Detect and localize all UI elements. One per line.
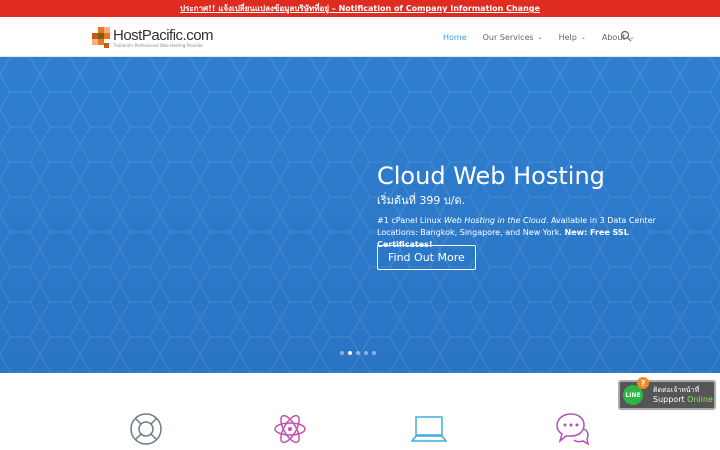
- hero-desc-emphasis: Web Hosting in the Cloud: [443, 216, 546, 225]
- slider-dot[interactable]: [340, 351, 344, 355]
- nav-item-label: Home: [443, 32, 467, 42]
- hero-slider: Cloud Web Hosting เริ่มต้นที่ 399 บ/ด. #…: [0, 57, 720, 373]
- hero-desc-text: #1 cPanel Linux: [377, 216, 444, 225]
- line-widget-thai-text: ติดต่อเจ้าหน้าที่: [653, 386, 700, 394]
- slider-dots: [340, 351, 376, 355]
- question-mark-icon: ?: [637, 377, 649, 389]
- find-out-more-button[interactable]: Find Out More: [377, 245, 476, 270]
- slider-dot[interactable]: [372, 351, 376, 355]
- site-logo[interactable]: HostPacific.com Thailand's Professional …: [92, 26, 214, 49]
- chevron-down-icon: ⌄: [537, 33, 543, 41]
- nav-item-our-services[interactable]: Our Services ⌄: [483, 33, 543, 42]
- slider-dot-active[interactable]: [348, 351, 352, 355]
- line-logo-icon: LINE ?: [623, 377, 649, 405]
- search-icon[interactable]: [620, 30, 632, 42]
- site-header: HostPacific.com Thailand's Professional …: [0, 17, 720, 57]
- nav-item-home[interactable]: Home: [443, 33, 467, 42]
- slider-dot[interactable]: [364, 351, 368, 355]
- hero-title: Cloud Web Hosting: [377, 162, 605, 190]
- features-section: [0, 373, 720, 450]
- lifebuoy-icon: [130, 413, 162, 445]
- laptop-icon: [411, 416, 447, 442]
- logo-mark-icon: [92, 27, 110, 49]
- online-label: Online: [687, 395, 713, 404]
- line-widget-status: Support Online: [653, 395, 713, 404]
- line-support-widget[interactable]: LINE ? ติดต่อเจ้าหน้าที่ Support Online: [618, 377, 716, 410]
- nav-item-help[interactable]: Help ⌄: [559, 33, 586, 42]
- logo-name: HostPacific.com: [113, 26, 214, 44]
- announcement-link[interactable]: ประกาศ!! แจ้งเปลี่ยนแปลงข้อมูลบริษัทที่อ…: [180, 2, 540, 15]
- announcement-bar[interactable]: ประกาศ!! แจ้งเปลี่ยนแปลงข้อมูลบริษัทที่อ…: [0, 0, 720, 17]
- hero-content: Cloud Web Hosting เริ่มต้นที่ 399 บ/ด. #…: [377, 161, 667, 270]
- slider-dot[interactable]: [356, 351, 360, 355]
- chevron-down-icon: ⌄: [580, 33, 586, 41]
- chat-bubbles-icon: [556, 413, 590, 446]
- nav-item-label: Our Services: [482, 32, 534, 42]
- hero-subtitle: เริ่มต้นที่ 399 บ/ด.: [377, 194, 466, 207]
- nav-item-label: Help: [558, 32, 577, 42]
- atom-icon: [274, 414, 306, 444]
- logo-tagline: Thailand's Professional Web Hosting Prov…: [113, 42, 203, 48]
- support-label: Support: [653, 395, 688, 404]
- line-badge-text: LINE: [625, 391, 641, 399]
